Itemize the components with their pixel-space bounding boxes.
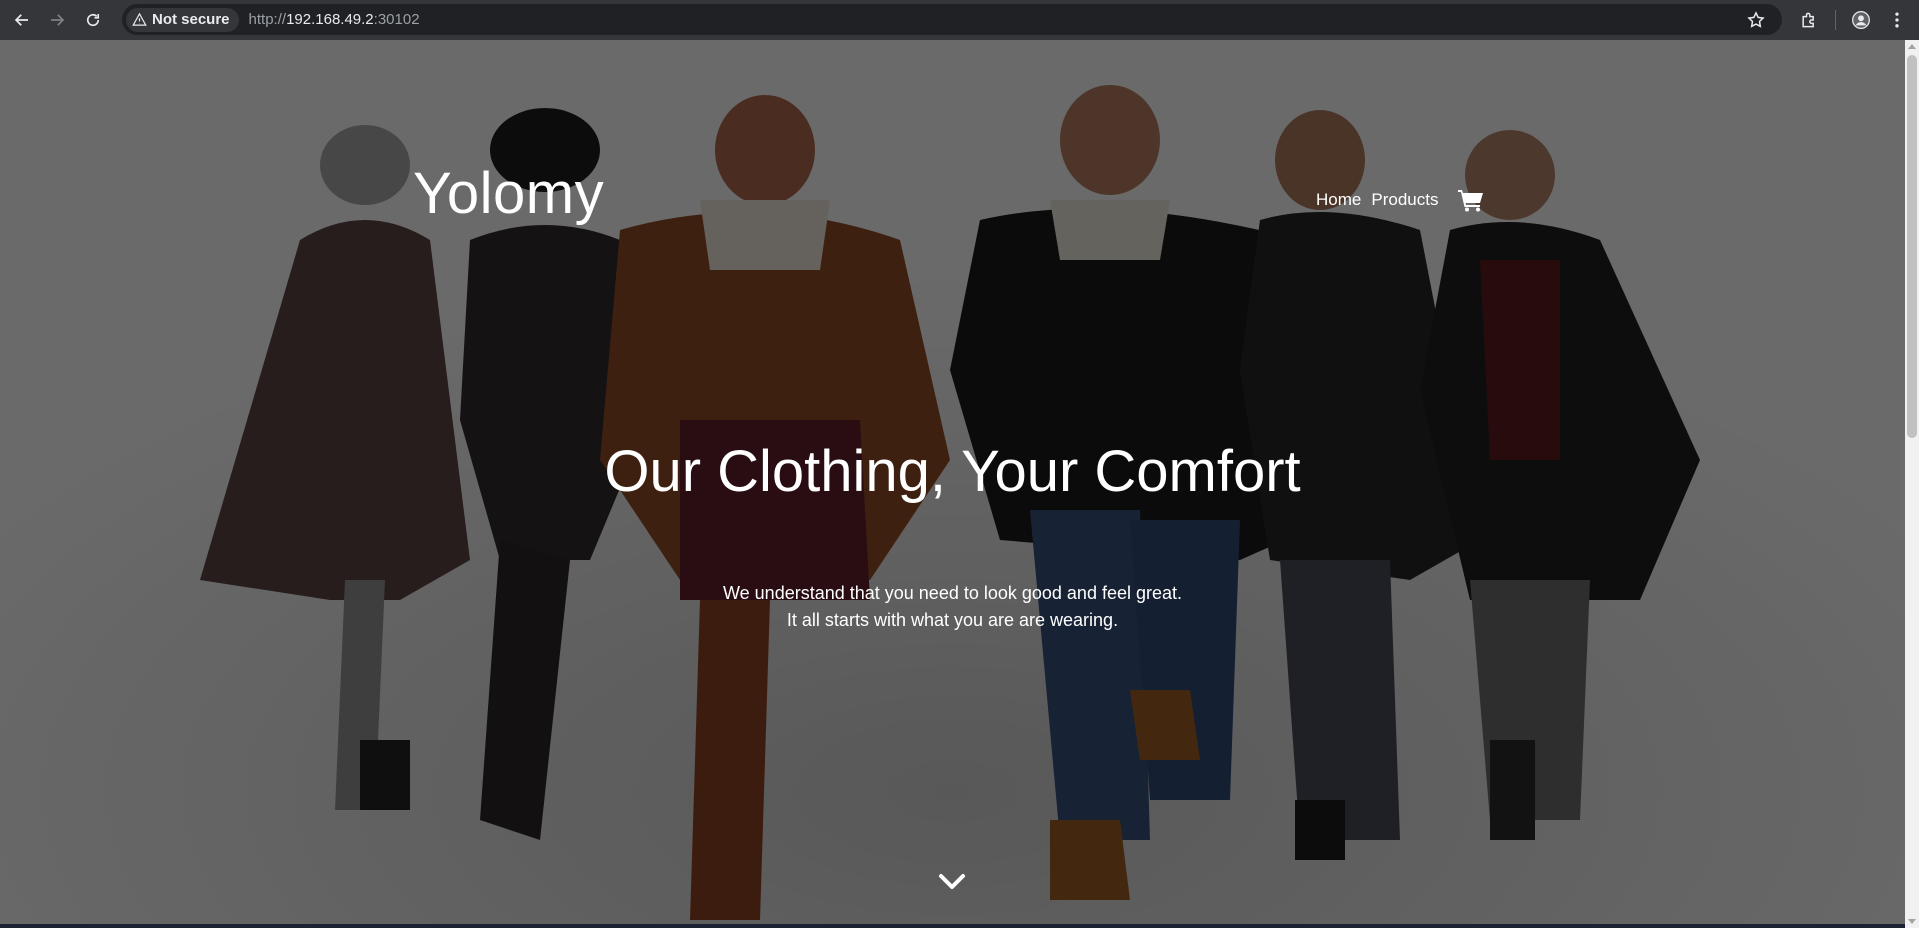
page-viewport: Yolomy Home Products Our Clothing, Your … <box>0 40 1919 928</box>
back-icon[interactable] <box>8 6 36 34</box>
toolbar-divider <box>1835 10 1836 30</box>
hero-subtext: We understand that you need to look good… <box>0 580 1905 634</box>
scrollbar-thumb[interactable] <box>1907 55 1917 438</box>
scroll-up-arrow[interactable] <box>1908 44 1916 49</box>
url-port: :30102 <box>373 11 420 28</box>
profile-icon[interactable] <box>1848 7 1874 33</box>
url-host: 192.168.49.2 <box>286 11 374 28</box>
browser-toolbar: Not secure http://192.168.49.2:30102 <box>0 0 1919 40</box>
warning-icon <box>132 12 147 26</box>
next-section-edge <box>0 924 1905 928</box>
nav-products-link[interactable]: Products <box>1371 190 1438 210</box>
url-text[interactable]: http://192.168.49.2:30102 <box>249 11 420 28</box>
chevron-down-icon[interactable] <box>937 872 967 892</box>
cart-icon[interactable] <box>1458 188 1484 212</box>
url-scheme: http:// <box>248 11 287 28</box>
address-bar[interactable]: Not secure http://192.168.49.2:30102 <box>122 4 1782 35</box>
forward-icon[interactable] <box>43 6 71 34</box>
star-icon[interactable] <box>1746 10 1766 30</box>
hero-section: Yolomy Home Products Our Clothing, Your … <box>0 40 1905 924</box>
hero-headline: Our Clothing, Your Comfort <box>604 439 1301 504</box>
nav-home-link[interactable]: Home <box>1316 190 1361 210</box>
page-scrollbar[interactable] <box>1905 40 1919 928</box>
security-chip[interactable]: Not secure <box>126 7 239 32</box>
hero-subtext-line-1: We understand that you need to look good… <box>723 583 1182 603</box>
extensions-icon[interactable] <box>1796 7 1822 33</box>
reload-icon[interactable] <box>79 6 107 34</box>
main-nav: Home Products <box>1316 188 1484 212</box>
hero-subtext-line-2: It all starts with what you are are wear… <box>786 610 1119 630</box>
scroll-down-arrow[interactable] <box>1908 919 1916 924</box>
security-label: Not secure <box>152 11 230 28</box>
site-brand[interactable]: Yolomy <box>413 160 604 227</box>
menu-icon[interactable] <box>1884 7 1910 33</box>
